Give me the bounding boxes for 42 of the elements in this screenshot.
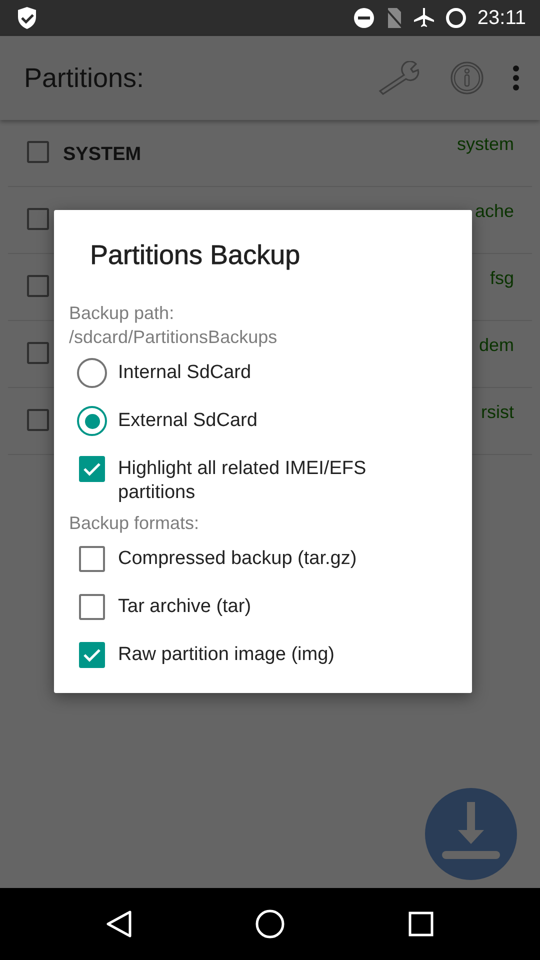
option-label: Tar archive (tar) <box>118 595 252 619</box>
info-icon[interactable] <box>450 61 484 95</box>
option-label: Raw partition image (img) <box>118 643 334 667</box>
checkbox[interactable] <box>27 342 49 364</box>
mount-name: rsist <box>481 402 514 423</box>
checkbox[interactable] <box>79 546 105 572</box>
checkbox[interactable] <box>27 409 49 431</box>
more-menu-icon[interactable] <box>512 65 520 91</box>
mount-name: dem <box>478 335 514 356</box>
checkbox[interactable] <box>79 642 105 668</box>
airplane-icon <box>413 7 436 29</box>
partition-name: SYSTEM <box>63 144 142 166</box>
recents-icon[interactable] <box>408 911 434 937</box>
check-icon <box>83 462 101 476</box>
back-icon[interactable] <box>106 910 132 938</box>
app-title: Partitions: <box>24 62 146 94</box>
option-label: Compressed backup (tar.gz) <box>118 547 357 571</box>
no-sim-icon <box>385 7 404 29</box>
radio-button[interactable] <box>77 358 107 388</box>
checkbox[interactable] <box>27 275 49 297</box>
section-heading: Backup formats: <box>69 512 200 535</box>
radio-button[interactable] <box>77 406 107 436</box>
clock-time: 23:11 <box>477 6 526 30</box>
checkbox[interactable] <box>27 208 49 230</box>
download-button[interactable] <box>425 788 517 880</box>
home-icon[interactable] <box>254 909 285 939</box>
mount-name: system <box>456 134 514 155</box>
mount-name: fsg <box>490 268 514 289</box>
checkbox[interactable] <box>27 141 49 163</box>
checkbox[interactable] <box>79 456 105 482</box>
shield-check-icon <box>16 6 38 30</box>
check-icon <box>83 648 101 662</box>
option-label: External SdCard <box>118 409 258 433</box>
option-label: Highlight all related IMEI/EFS partitions <box>118 457 368 505</box>
mount-name: ache <box>474 201 514 222</box>
wrench-icon[interactable] <box>376 61 422 95</box>
option-label: Internal SdCard <box>118 361 252 385</box>
dialog-title: Partitions Backup <box>90 240 302 271</box>
ring-icon <box>445 7 468 29</box>
section-heading: Backup path: /sdcard/PartitionsBackups <box>69 302 278 349</box>
checkbox[interactable] <box>79 594 105 620</box>
do-not-disturb-icon <box>353 7 376 29</box>
